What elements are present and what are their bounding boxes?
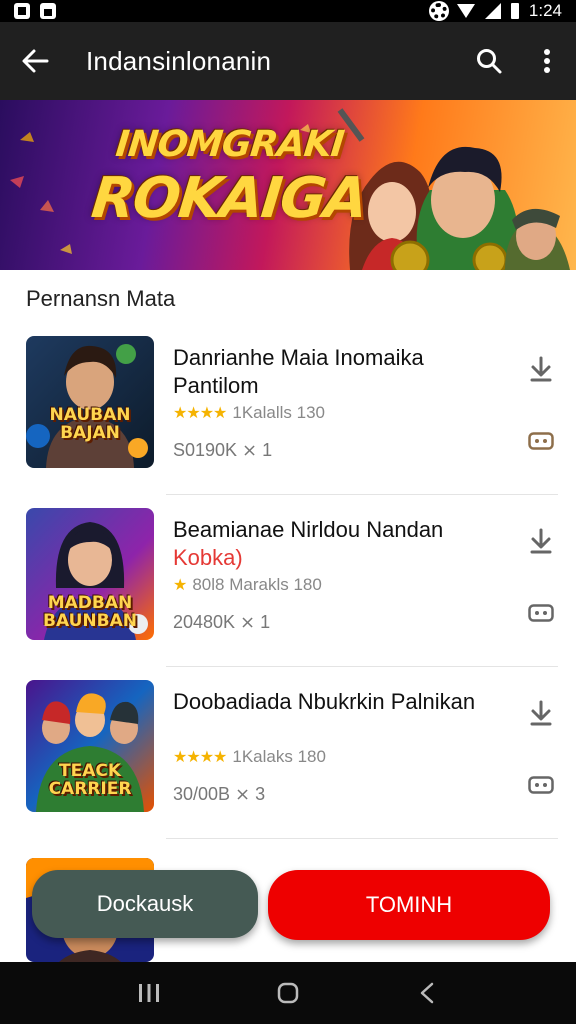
home-button[interactable] — [268, 973, 308, 1013]
rating-row: ★★★★ 1Kalalls 130 — [173, 403, 325, 423]
item-meta: S0190K ⨯ 1 — [173, 440, 273, 460]
item-title: Danrianhe Maia Inomaika Pantilom — [173, 344, 513, 400]
back-button[interactable] — [0, 22, 70, 100]
item-title-text: Doobadiada Nbukrkin Palnikan — [173, 689, 476, 714]
thumbnail-caption: NAUBAN BAJAN — [49, 405, 131, 443]
settings-status-icon — [430, 3, 447, 19]
secondary-action-button[interactable]: Dockausk — [32, 870, 258, 938]
more-horiz-icon[interactable] — [528, 776, 554, 794]
battery-icon — [510, 3, 519, 19]
list-item[interactable]: TEACK CARRIER Doobadiada Nbukrkin Palnik… — [0, 680, 576, 852]
divider — [166, 666, 558, 667]
status-time: 1:24 — [528, 1, 562, 20]
home-icon — [277, 982, 299, 1004]
divider — [166, 838, 558, 839]
recents-button[interactable] — [129, 973, 169, 1013]
primary-action-button[interactable]: TOMINH — [268, 870, 550, 940]
page-title: Indansinlonanin — [86, 45, 272, 76]
more-vert-icon — [544, 49, 550, 73]
item-title-text: Danrianhe Maia Inomaika Pantilom — [173, 345, 424, 398]
divider — [166, 494, 558, 495]
app-screen: 1:24 Indansinlonanin INOMGRAKI ROKAIGA P… — [0, 0, 576, 1024]
system-nav-bar — [0, 962, 576, 1024]
item-subtitle: Kobka) — [173, 545, 243, 570]
star-rating: ★ — [173, 577, 187, 594]
nav-back-button[interactable] — [407, 973, 447, 1013]
more-horiz-icon[interactable] — [528, 432, 554, 450]
star-rating: ★★★★ — [173, 749, 227, 766]
list-item[interactable]: MADBAN BAUNBAN Beamianae Nirldou Nandan … — [0, 508, 576, 680]
game-thumbnail: MADBAN BAUNBAN — [26, 508, 154, 640]
search-button[interactable] — [460, 22, 518, 100]
rating-row: ★★★★ 1Kalaks 180 — [173, 747, 326, 767]
rating-text: 1Kalalls 130 — [232, 403, 325, 422]
app-notification-icon — [40, 3, 56, 19]
item-title: Beamianae Nirldou Nandan Kobka) — [173, 516, 513, 572]
list-item[interactable]: NAUBAN BAJAN Danrianhe Maia Inomaika Pan… — [0, 336, 576, 508]
rating-text: 1Kalaks 180 — [232, 747, 326, 766]
star-rating: ★★★★ — [173, 405, 227, 422]
item-meta: 20480K ⨯ 1 — [173, 612, 271, 632]
search-icon — [477, 49, 502, 74]
overflow-menu-button[interactable] — [518, 22, 576, 100]
thumbnail-caption: TEACK CARRIER — [48, 761, 132, 799]
game-thumbnail: TEACK CARRIER — [26, 680, 154, 812]
download-icon[interactable] — [526, 354, 556, 384]
signal-icon — [484, 3, 501, 19]
download-icon[interactable] — [526, 526, 556, 556]
rating-row: ★ 80l8 Marakls 180 — [173, 575, 322, 595]
section-title: Pernansn Mata — [26, 286, 176, 311]
game-thumbnail: NAUBAN BAJAN — [26, 336, 154, 468]
banner-title-line2: ROKAIGA — [88, 166, 370, 231]
nav-back-icon — [420, 982, 433, 1004]
item-title: Doobadiada Nbukrkin Palnikan — [173, 688, 513, 716]
notification-icon — [14, 3, 30, 19]
download-icon[interactable] — [526, 698, 556, 728]
item-meta: 30/00B ⨯ 3 — [173, 784, 266, 804]
banner-title-line1: INOMGRAKI — [113, 124, 346, 165]
wifi-icon — [456, 4, 475, 18]
status-bar: 1:24 — [0, 0, 576, 22]
recents-icon — [139, 984, 160, 1002]
app-bar: Indansinlonanin — [0, 22, 576, 100]
promo-banner[interactable]: INOMGRAKI ROKAIGA — [0, 100, 576, 270]
rating-text: 80l8 Marakls 180 — [192, 575, 322, 594]
item-title-text: Beamianae Nirldou Nandan — [173, 517, 444, 542]
thumbnail-caption: MADBAN BAUNBAN — [43, 593, 137, 631]
more-horiz-icon[interactable] — [528, 604, 554, 622]
arrow-back-icon — [22, 49, 49, 73]
